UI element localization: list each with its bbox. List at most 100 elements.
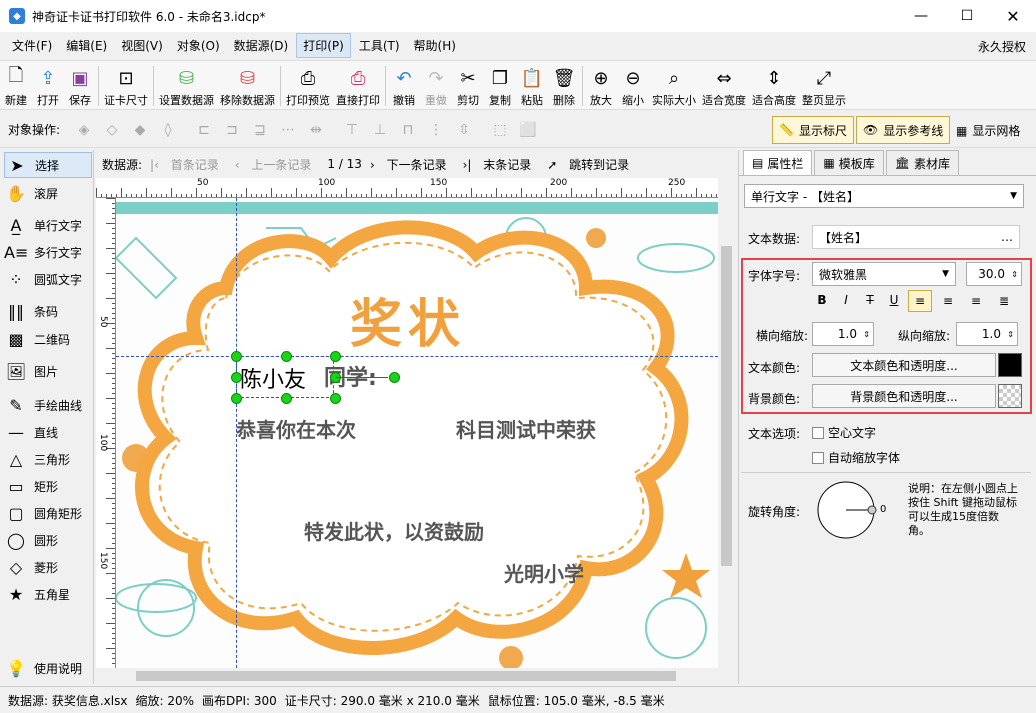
body-text-1[interactable]: 恭喜你在本次 bbox=[236, 414, 356, 443]
tool-arc-text[interactable]: ⁘ 圆弧文字 bbox=[4, 266, 92, 292]
checkbox-box[interactable] bbox=[812, 426, 824, 439]
horizontal-scrollbar[interactable] bbox=[96, 668, 718, 684]
license-status[interactable]: 永久授权 bbox=[978, 38, 1026, 55]
paste-button[interactable]: 📋 粘贴 bbox=[516, 61, 548, 109]
align-top-icon[interactable]: ⊤ bbox=[340, 119, 364, 141]
tool-rounded-rect[interactable]: ▢ 圆角矩形 bbox=[4, 500, 92, 526]
tool-multi-text[interactable]: A≡ 多行文字 bbox=[4, 239, 92, 265]
send-back-icon[interactable]: ◇ bbox=[100, 119, 124, 141]
resize-handle[interactable] bbox=[281, 351, 292, 362]
menu-object[interactable]: 对象(O) bbox=[171, 34, 226, 57]
tab-assets[interactable]: 🏛 素材库 bbox=[885, 150, 959, 175]
fit-height-button[interactable]: ⇕ 适合高度 bbox=[749, 61, 799, 109]
resize-handle[interactable] bbox=[231, 351, 242, 362]
body-text-2[interactable]: 科目测试中荣获 bbox=[456, 414, 596, 443]
vertical-scrollbar[interactable] bbox=[718, 178, 735, 668]
checkbox-box[interactable] bbox=[812, 451, 824, 464]
align-middle-icon[interactable]: ⊥ bbox=[368, 119, 392, 141]
cut-button[interactable]: ✂ 剪切 bbox=[452, 61, 484, 109]
resize-handle[interactable] bbox=[231, 393, 242, 404]
maximize-button[interactable]: ☐ bbox=[944, 0, 990, 32]
align-left-icon[interactable]: ⊏ bbox=[192, 119, 216, 141]
save-button[interactable]: ▣ 保存 bbox=[64, 61, 96, 109]
actual-size-button[interactable]: ⌕ 实际大小 bbox=[649, 61, 699, 109]
design-canvas[interactable]: 奖状 陈小友 同学: 恭喜你在本次 科目测试中荣获 特发此状，以资鼓励 光明小学 bbox=[116, 198, 718, 668]
remove-datasource-button[interactable]: ⛁ 移除数据源 bbox=[217, 61, 278, 109]
bg-color-button[interactable]: 背景颜色和透明度... bbox=[812, 384, 996, 408]
prev-record-button[interactable]: ‹ 上一条记录 bbox=[235, 156, 320, 173]
distribute-v-icon[interactable]: ⋮ bbox=[424, 119, 448, 141]
undo-button[interactable]: ↶ 撤销 bbox=[388, 61, 420, 109]
tab-templates[interactable]: ▦ 模板库 bbox=[814, 150, 884, 175]
menu-edit[interactable]: 编辑(E) bbox=[60, 34, 113, 57]
card-size-button[interactable]: ⊡ 证卡尺寸 bbox=[101, 61, 151, 109]
menu-file[interactable]: 文件(F) bbox=[6, 34, 58, 57]
tool-star[interactable]: ★ 五角星 bbox=[4, 581, 92, 607]
zoom-out-button[interactable]: ⊖ 缩小 bbox=[617, 61, 649, 109]
new-button[interactable]: 🗋 新建 bbox=[0, 61, 32, 109]
rotation-handle[interactable] bbox=[389, 372, 400, 383]
text-data-field[interactable]: 【姓名】… bbox=[812, 225, 1020, 249]
tool-barcode[interactable]: ‖‖ 条码 bbox=[4, 298, 92, 324]
justify-text-icon[interactable]: ≣ bbox=[992, 290, 1016, 312]
last-record-button[interactable]: ›| 末条记录 bbox=[463, 156, 540, 173]
font-family-select[interactable]: 微软雅黑 ▼ bbox=[812, 262, 956, 286]
redo-button[interactable]: ↷ 重做 bbox=[420, 61, 452, 109]
align-left-text-icon[interactable]: ≡ bbox=[908, 290, 932, 312]
tool-triangle[interactable]: △ 三角形 bbox=[4, 446, 92, 472]
font-size-spinner[interactable]: 30.0 ⇕ bbox=[966, 262, 1022, 286]
bold-icon[interactable]: B bbox=[812, 290, 832, 310]
copy-button[interactable]: ❐ 复制 bbox=[484, 61, 516, 109]
fit-page-button[interactable]: ⤢ 整页显示 bbox=[799, 61, 849, 109]
strikethrough-icon[interactable]: T bbox=[860, 290, 880, 310]
resize-handle[interactable] bbox=[231, 372, 242, 383]
tool-diamond[interactable]: ◇ 菱形 bbox=[4, 554, 92, 580]
jump-record-button[interactable]: ➚ 跳转到记录 bbox=[547, 156, 637, 173]
tab-properties[interactable]: ▤ 属性栏 bbox=[743, 150, 813, 175]
school-name[interactable]: 光明小学 bbox=[504, 558, 584, 587]
vscale-spinner[interactable]: 1.0 ⇕ bbox=[956, 322, 1018, 346]
tool-pan[interactable]: ✋ 滚屏 bbox=[4, 180, 92, 206]
resize-handle[interactable] bbox=[281, 393, 292, 404]
align-right-text-icon[interactable]: ≡ bbox=[964, 290, 988, 312]
backward-icon[interactable]: ◊ bbox=[156, 119, 180, 141]
menu-help[interactable]: 帮助(H) bbox=[408, 34, 462, 57]
show-grid-toggle[interactable]: ▦ 显示网格 bbox=[956, 122, 1020, 139]
show-guides-toggle[interactable]: 👁 显示参考线 bbox=[856, 116, 951, 144]
auto-scale-checkbox[interactable]: 自动缩放字体 bbox=[812, 449, 900, 466]
body-text-3[interactable]: 特发此状，以资鼓励 bbox=[304, 516, 484, 545]
help-guide[interactable]: 💡 使用说明 bbox=[4, 655, 92, 681]
tool-select[interactable]: ➤ 选择 bbox=[4, 152, 92, 178]
resize-handle[interactable] bbox=[330, 351, 341, 362]
underline-icon[interactable]: U bbox=[884, 290, 904, 310]
first-record-button[interactable]: |‹ 首条记录 bbox=[150, 156, 227, 173]
menu-tools[interactable]: 工具(T) bbox=[353, 34, 406, 57]
scroll-thumb[interactable] bbox=[721, 246, 732, 566]
align-bottom-icon[interactable]: ⊓ bbox=[396, 119, 420, 141]
minimize-button[interactable]: — bbox=[898, 0, 944, 32]
align-right-icon[interactable]: ⊒ bbox=[248, 119, 272, 141]
show-ruler-toggle[interactable]: 📏 显示标尺 bbox=[772, 116, 854, 144]
align-center-text-icon[interactable]: ≡ bbox=[936, 290, 960, 312]
menu-datasource[interactable]: 数据源(D) bbox=[228, 34, 295, 57]
bg-color-swatch[interactable] bbox=[998, 384, 1022, 408]
tool-line[interactable]: — 直线 bbox=[4, 419, 92, 445]
hollow-text-checkbox[interactable]: 空心文字 bbox=[812, 424, 876, 441]
tool-image[interactable]: 🖼 图片 bbox=[4, 358, 92, 384]
same-width-icon[interactable]: ⇹ bbox=[304, 119, 328, 141]
delete-button[interactable]: 🗑 删除 bbox=[548, 61, 580, 109]
distribute-h-icon[interactable]: ⋯ bbox=[276, 119, 300, 141]
rotation-dial[interactable] bbox=[814, 480, 880, 542]
tool-circle[interactable]: ◯ 圆形 bbox=[4, 527, 92, 553]
forward-icon[interactable]: ◆ bbox=[128, 119, 152, 141]
ungroup-icon[interactable]: ⬜ bbox=[516, 119, 540, 141]
menu-print[interactable]: 打印(P) bbox=[296, 32, 351, 58]
open-button[interactable]: ⇪ 打开 bbox=[32, 61, 64, 109]
scroll-thumb[interactable] bbox=[136, 671, 676, 681]
text-color-swatch[interactable] bbox=[998, 353, 1022, 377]
align-center-icon[interactable]: ⊐ bbox=[220, 119, 244, 141]
group-icon[interactable]: ⬚ bbox=[488, 119, 512, 141]
set-datasource-button[interactable]: ⛁ 设置数据源 bbox=[156, 61, 217, 109]
direct-print-button[interactable]: ⎙ 直接打印 bbox=[333, 61, 383, 109]
italic-icon[interactable]: I bbox=[836, 290, 856, 310]
